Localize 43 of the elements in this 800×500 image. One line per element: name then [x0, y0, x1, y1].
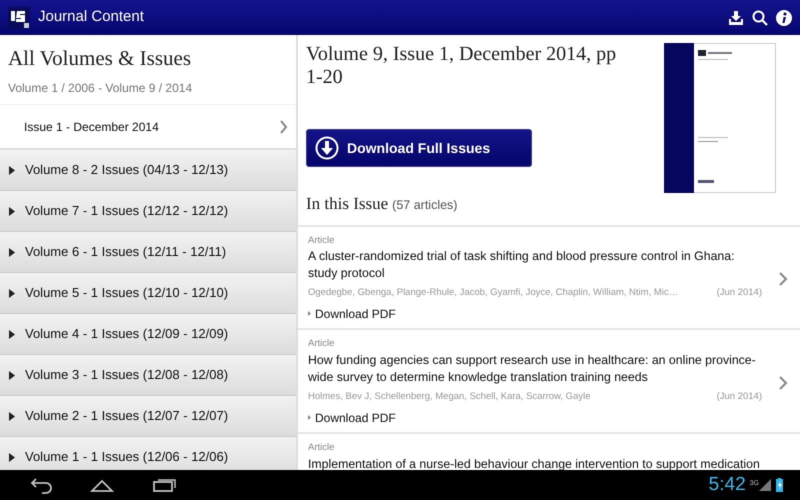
bullet-icon	[308, 415, 311, 420]
download-icon	[315, 136, 339, 160]
app-title: Journal Content	[38, 7, 144, 28]
chevron-right-icon	[778, 272, 788, 286]
volume-item[interactable]: Volume 8 - 2 Issues (04/13 - 12/13)	[0, 150, 296, 191]
back-icon[interactable]	[30, 476, 52, 494]
issue-label: Issue 1 - December 2014	[24, 118, 159, 136]
download-pdf-link[interactable]: Download PDF	[308, 304, 396, 323]
article-title: A cluster-randomized trial of task shifting and blood pressure control in Ghana: study protocol	[308, 248, 736, 282]
info-icon[interactable]	[776, 10, 792, 26]
issue-title: Volume 9, Issue 1, December 2014, pp 1-20	[306, 43, 618, 89]
volume-item[interactable]: Volume 5 - 1 Issues (12/10 - 12/10)	[0, 273, 296, 314]
sidebar-title: All Volumes & Issues	[8, 45, 192, 72]
article-count: (57 articles)	[392, 197, 458, 214]
article-title: How funding agencies can support research use in healthcare: an online province-wide survey to determine knowledge translation training needs	[308, 352, 757, 386]
article-title: Implementation of a nurse-led behaviour change intervention to support medication	[308, 456, 761, 470]
volume-item[interactable]: Volume 3 - 1 Issues (12/08 - 12/08)	[0, 355, 296, 396]
article-type: Article	[308, 234, 336, 248]
chevron-right-icon	[279, 120, 288, 134]
volume-item[interactable]: Volume 1 - 1 Issues (12/06 - 12/06)	[0, 437, 296, 470]
battery-icon	[775, 478, 784, 492]
article-authors: Holmes, Bev J, Schellenberg, Megan, Schell, Kara, Scarrow, Gayle	[308, 390, 590, 404]
article-date: (Jun 2014)	[716, 286, 762, 300]
search-icon[interactable]	[752, 10, 768, 26]
article-type: Article	[308, 337, 336, 352]
article-authors: Ogedegbe, Gbenga, Plange-Rhule, Jacob, Gyamfi, Joyce, Chaplin, William, Ntim, Mic…	[308, 286, 678, 300]
volume-item[interactable]: Volume 4 - 1 Issues (12/09 - 12/09)	[0, 314, 296, 355]
article-date: (Jun 2014)	[716, 390, 762, 404]
volume-item[interactable]: Volume 7 - 1 Issues (12/12 - 12/12)	[0, 191, 296, 232]
clock-time: 5:42	[708, 472, 746, 497]
home-icon[interactable]	[90, 477, 114, 493]
download-icon[interactable]	[728, 10, 744, 26]
volume-item[interactable]: Volume 2 - 1 Issues (12/07 - 12/07)	[0, 396, 296, 437]
bullet-icon	[308, 311, 311, 316]
signal-icon	[759, 479, 771, 491]
journal-logo-icon[interactable]	[8, 6, 30, 28]
chevron-right-icon	[778, 376, 788, 390]
section-title: In this Issue	[306, 193, 388, 215]
download-pdf-link[interactable]: Download PDF	[308, 408, 396, 427]
article-type: Article	[308, 441, 336, 456]
sidebar-subtitle: Volume 1 / 2006 - Volume 9 / 2014	[8, 80, 194, 96]
download-full-issues-button[interactable]: Download Full Issues	[306, 129, 532, 167]
volume-item[interactable]: Volume 6 - 1 Issues (12/11 - 12/11)	[0, 232, 296, 273]
